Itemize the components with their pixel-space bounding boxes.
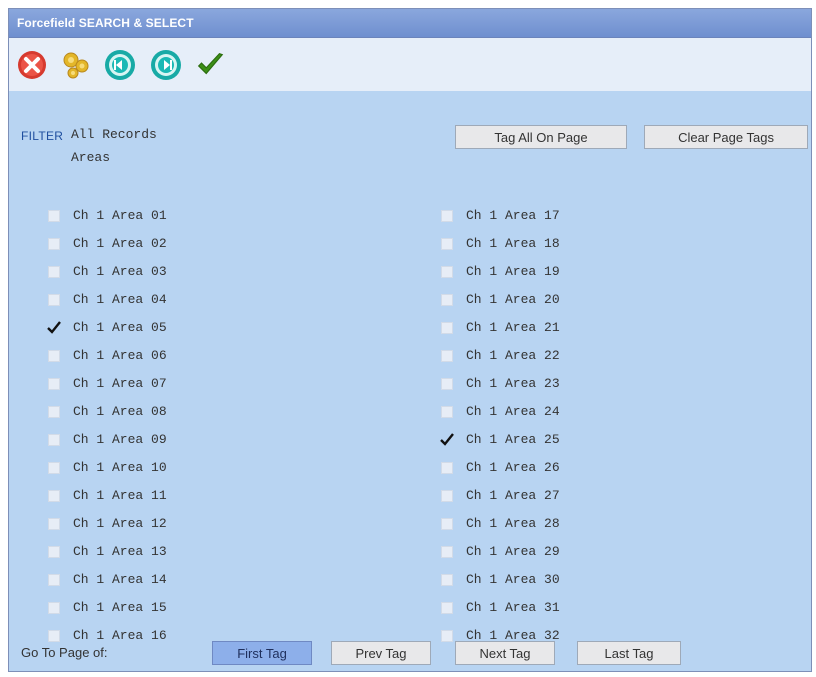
checkbox[interactable]: [441, 462, 453, 474]
list-item[interactable]: Ch 1 Area 08: [48, 399, 388, 427]
list-item[interactable]: Ch 1 Area 12: [48, 511, 388, 539]
list-item[interactable]: Ch 1 Area 17: [441, 203, 781, 231]
filter-label: FILTER: [21, 129, 64, 143]
checkbox[interactable]: [48, 434, 60, 446]
checkbox[interactable]: [48, 574, 60, 586]
list-item[interactable]: Ch 1 Area 07: [48, 371, 388, 399]
filter-value: All Records: [71, 127, 157, 142]
next-icon[interactable]: [149, 48, 183, 82]
checkbox[interactable]: [441, 574, 453, 586]
confirm-check-icon[interactable]: [193, 48, 227, 82]
checkbox[interactable]: [441, 602, 453, 614]
list-item[interactable]: Ch 1 Area 31: [441, 595, 781, 623]
list-item[interactable]: Ch 1 Area 14: [48, 567, 388, 595]
last-tag-button[interactable]: Last Tag: [577, 641, 681, 665]
checkbox-checked[interactable]: [440, 433, 454, 446]
list-item[interactable]: Ch 1 Area 21: [441, 315, 781, 343]
list-item[interactable]: Ch 1 Area 13: [48, 539, 388, 567]
checkbox[interactable]: [48, 546, 60, 558]
checkbox[interactable]: [441, 294, 453, 306]
checkbox[interactable]: [441, 378, 453, 390]
checkbox[interactable]: [441, 210, 453, 222]
area-list-right: Ch 1 Area 17 Ch 1 Area 18 Ch 1 Area 19 C…: [440, 203, 791, 643]
checkbox[interactable]: [48, 518, 60, 530]
checkbox[interactable]: [48, 294, 60, 306]
list-item[interactable]: Ch 1 Area 30: [441, 567, 781, 595]
checkbox[interactable]: [441, 630, 453, 642]
list-item[interactable]: Ch 1 Area 04: [48, 287, 388, 315]
checkbox[interactable]: [441, 406, 453, 418]
clear-page-tags-button[interactable]: Clear Page Tags: [644, 125, 808, 149]
list-item[interactable]: Ch 1 Area 02: [48, 231, 388, 259]
checkbox[interactable]: [441, 490, 453, 502]
previous-icon[interactable]: [103, 48, 137, 82]
list-item[interactable]: Ch 1 Area 19: [441, 259, 781, 287]
settings-gears-icon[interactable]: [59, 48, 93, 82]
checkbox[interactable]: [48, 630, 60, 642]
list-item[interactable]: Ch 1 Area 15: [48, 595, 388, 623]
checkbox[interactable]: [48, 406, 60, 418]
list-item[interactable]: Ch 1 Area 18: [441, 231, 781, 259]
checkbox[interactable]: [48, 602, 60, 614]
list-item[interactable]: Ch 1 Area 24: [441, 399, 781, 427]
tag-all-on-page-button[interactable]: Tag All On Page: [455, 125, 627, 149]
list-item[interactable]: Ch 1 Area 20: [441, 287, 781, 315]
list-item[interactable]: Ch 1 Area 05: [47, 315, 388, 343]
list-item[interactable]: Ch 1 Area 23: [441, 371, 781, 399]
close-icon[interactable]: [15, 48, 49, 82]
checkbox[interactable]: [48, 378, 60, 390]
checkbox[interactable]: [48, 210, 60, 222]
window-title: Forcefield SEARCH & SELECT: [17, 16, 194, 30]
list-item[interactable]: Ch 1 Area 29: [441, 539, 781, 567]
go-to-page-label: Go To Page of:: [21, 645, 108, 660]
list-item[interactable]: Ch 1 Area 01: [48, 203, 388, 231]
filter-subvalue: Areas: [71, 150, 111, 165]
list-item[interactable]: Ch 1 Area 27: [441, 483, 781, 511]
toolbar: [9, 38, 811, 92]
checkbox[interactable]: [48, 266, 60, 278]
next-tag-button[interactable]: Next Tag: [455, 641, 555, 665]
list-item[interactable]: Ch 1 Area 11: [48, 483, 388, 511]
list-item[interactable]: Ch 1 Area 10: [48, 455, 388, 483]
list-item[interactable]: Ch 1 Area 03: [48, 259, 388, 287]
checkbox[interactable]: [441, 238, 453, 250]
list-item[interactable]: Ch 1 Area 22: [441, 343, 781, 371]
checkbox[interactable]: [48, 238, 60, 250]
checkbox[interactable]: [441, 322, 453, 334]
list-item[interactable]: Ch 1 Area 09: [48, 427, 388, 455]
title-bar: Forcefield SEARCH & SELECT: [9, 9, 811, 38]
checkbox[interactable]: [441, 546, 453, 558]
list-item[interactable]: Ch 1 Area 25: [440, 427, 781, 455]
list-item[interactable]: Ch 1 Area 26: [441, 455, 781, 483]
prev-tag-button[interactable]: Prev Tag: [331, 641, 431, 665]
checkbox[interactable]: [48, 490, 60, 502]
list-item[interactable]: Ch 1 Area 28: [441, 511, 781, 539]
content-area: FILTER All Records Areas Tag All On Page…: [9, 91, 811, 671]
search-select-window: Forcefield SEARCH & SELECT FILTER All Re…: [8, 8, 812, 672]
checkbox[interactable]: [441, 350, 453, 362]
checkbox[interactable]: [48, 350, 60, 362]
checkbox[interactable]: [441, 266, 453, 278]
list-item[interactable]: Ch 1 Area 06: [48, 343, 388, 371]
checkbox[interactable]: [48, 462, 60, 474]
area-list-left: Ch 1 Area 01 Ch 1 Area 02 Ch 1 Area 03 C…: [47, 203, 398, 643]
checkbox-checked[interactable]: [47, 321, 61, 334]
checkbox[interactable]: [441, 518, 453, 530]
first-tag-button[interactable]: First Tag: [212, 641, 312, 665]
